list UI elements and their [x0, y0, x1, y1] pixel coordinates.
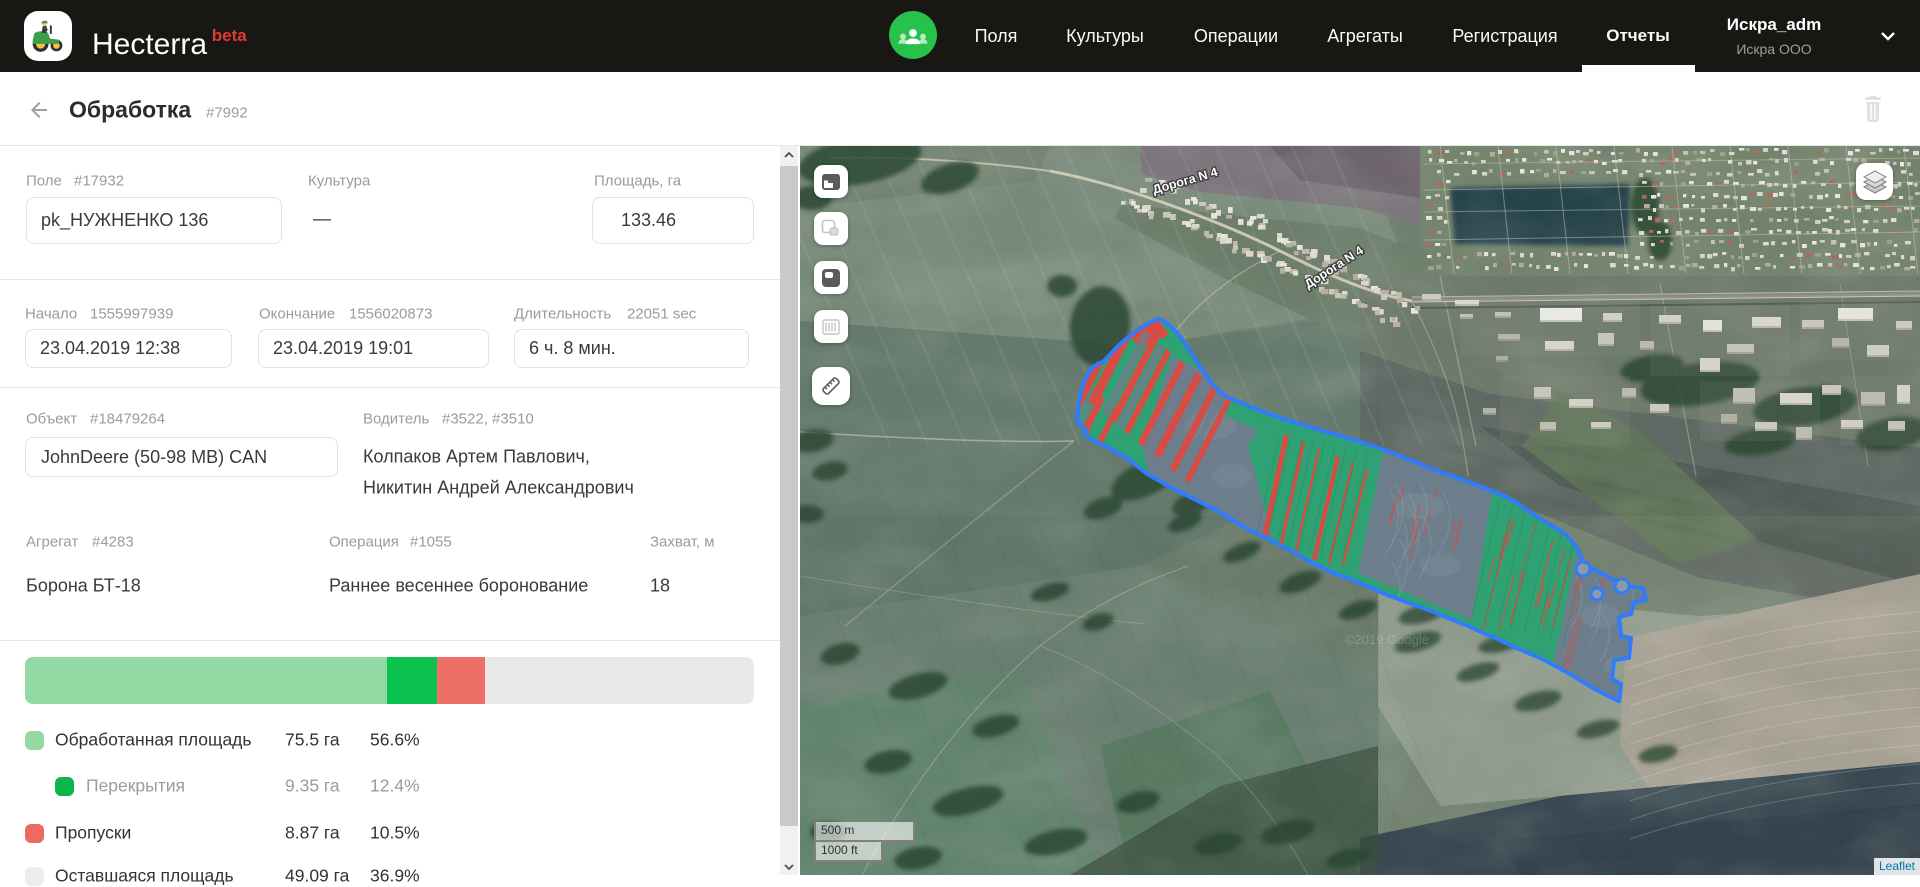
- svg-text:©2019 Google: ©2019 Google: [1345, 632, 1429, 647]
